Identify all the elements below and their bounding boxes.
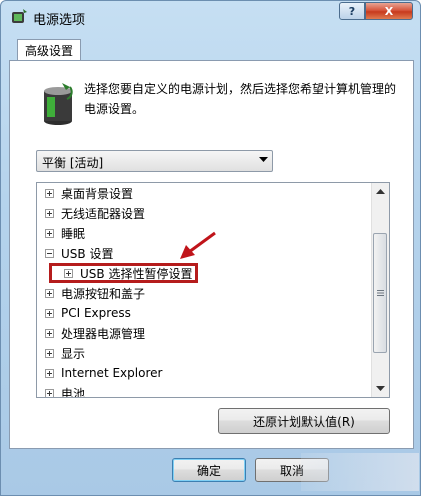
power-settings-tree[interactable]: 桌面背景设置 无线适配器设置 睡眠 USB 设置 USB 选择性暂停设置 电源按… xyxy=(36,182,390,398)
tab-advanced-settings[interactable]: 高级设置 xyxy=(17,39,81,61)
scroll-down-button[interactable] xyxy=(372,380,389,397)
red-arrow-annotation-icon xyxy=(180,231,216,259)
tree-item[interactable]: 电池 xyxy=(45,383,86,398)
tree-item[interactable]: USB 设置 xyxy=(45,243,113,263)
tree-item[interactable]: 无线适配器设置 xyxy=(45,203,145,223)
expand-icon[interactable] xyxy=(45,388,54,397)
title-bar[interactable]: 电源选项 ? X xyxy=(1,1,420,31)
window-title: 电源选项 xyxy=(33,13,86,28)
tree-item-label: 电池 xyxy=(61,386,86,398)
power-plan-select[interactable]: 平衡 [活动] xyxy=(36,150,273,172)
grip-icon xyxy=(377,290,384,296)
battery-icon xyxy=(44,83,73,125)
chevron-down-icon xyxy=(376,385,385,391)
tree-item[interactable]: 处理器电源管理 xyxy=(45,323,145,343)
tree-item-label: Internet Explorer xyxy=(61,366,163,380)
expand-icon[interactable] xyxy=(45,188,54,198)
expand-icon[interactable] xyxy=(45,308,54,318)
tree-item-label: PCI Express xyxy=(61,306,131,320)
power-options-icon xyxy=(12,9,27,23)
tree-item[interactable]: 显示 xyxy=(45,343,85,363)
expand-icon[interactable] xyxy=(45,288,54,298)
expand-icon[interactable] xyxy=(45,228,54,238)
watermark xyxy=(301,453,419,491)
power-plan-value: 平衡 [活动] xyxy=(42,156,104,170)
expand-icon[interactable] xyxy=(45,348,54,358)
tree-item-label: 电源按钮和盖子 xyxy=(61,286,146,301)
tree-item-label: 睡眠 xyxy=(61,226,86,241)
help-button[interactable]: ? xyxy=(339,2,365,20)
scroll-up-button[interactable] xyxy=(372,183,389,200)
tree-item[interactable]: 桌面背景设置 xyxy=(45,183,133,203)
chevron-up-icon xyxy=(376,188,385,194)
collapse-icon[interactable] xyxy=(45,248,54,258)
expand-icon[interactable] xyxy=(45,208,54,218)
power-options-window: 电源选项 ? X 高级设置 选择您要自定义的电源计划，然后选择您希望计算机管理的… xyxy=(0,0,421,496)
tree-item[interactable]: 电源按钮和盖子 xyxy=(45,283,145,303)
tree-item[interactable]: PCI Express xyxy=(45,303,131,323)
ok-button[interactable]: 确定 xyxy=(172,458,246,482)
tree-item[interactable]: Internet Explorer xyxy=(45,363,162,383)
tree-item-label: USB 设置 xyxy=(61,246,114,261)
tree-item-label: 显示 xyxy=(61,346,86,361)
tree-item-label: 处理器电源管理 xyxy=(61,326,146,341)
expand-icon[interactable] xyxy=(45,368,54,378)
tree-item[interactable]: 睡眠 xyxy=(45,223,85,243)
close-button[interactable]: X xyxy=(365,2,413,20)
chevron-down-icon xyxy=(259,157,268,162)
restore-defaults-button[interactable]: 还原计划默认值(R) xyxy=(218,408,390,434)
tree-item-label: 桌面背景设置 xyxy=(61,186,134,201)
expand-icon[interactable] xyxy=(45,328,54,338)
scroll-thumb[interactable] xyxy=(373,233,387,353)
tree-scrollbar[interactable] xyxy=(371,183,389,397)
tree-item-label: 无线适配器设置 xyxy=(61,206,146,221)
highlight-box xyxy=(49,263,198,283)
instruction-text: 选择您要自定义的电源计划，然后选择您希望计算机管理的电源设置。 xyxy=(84,82,397,116)
